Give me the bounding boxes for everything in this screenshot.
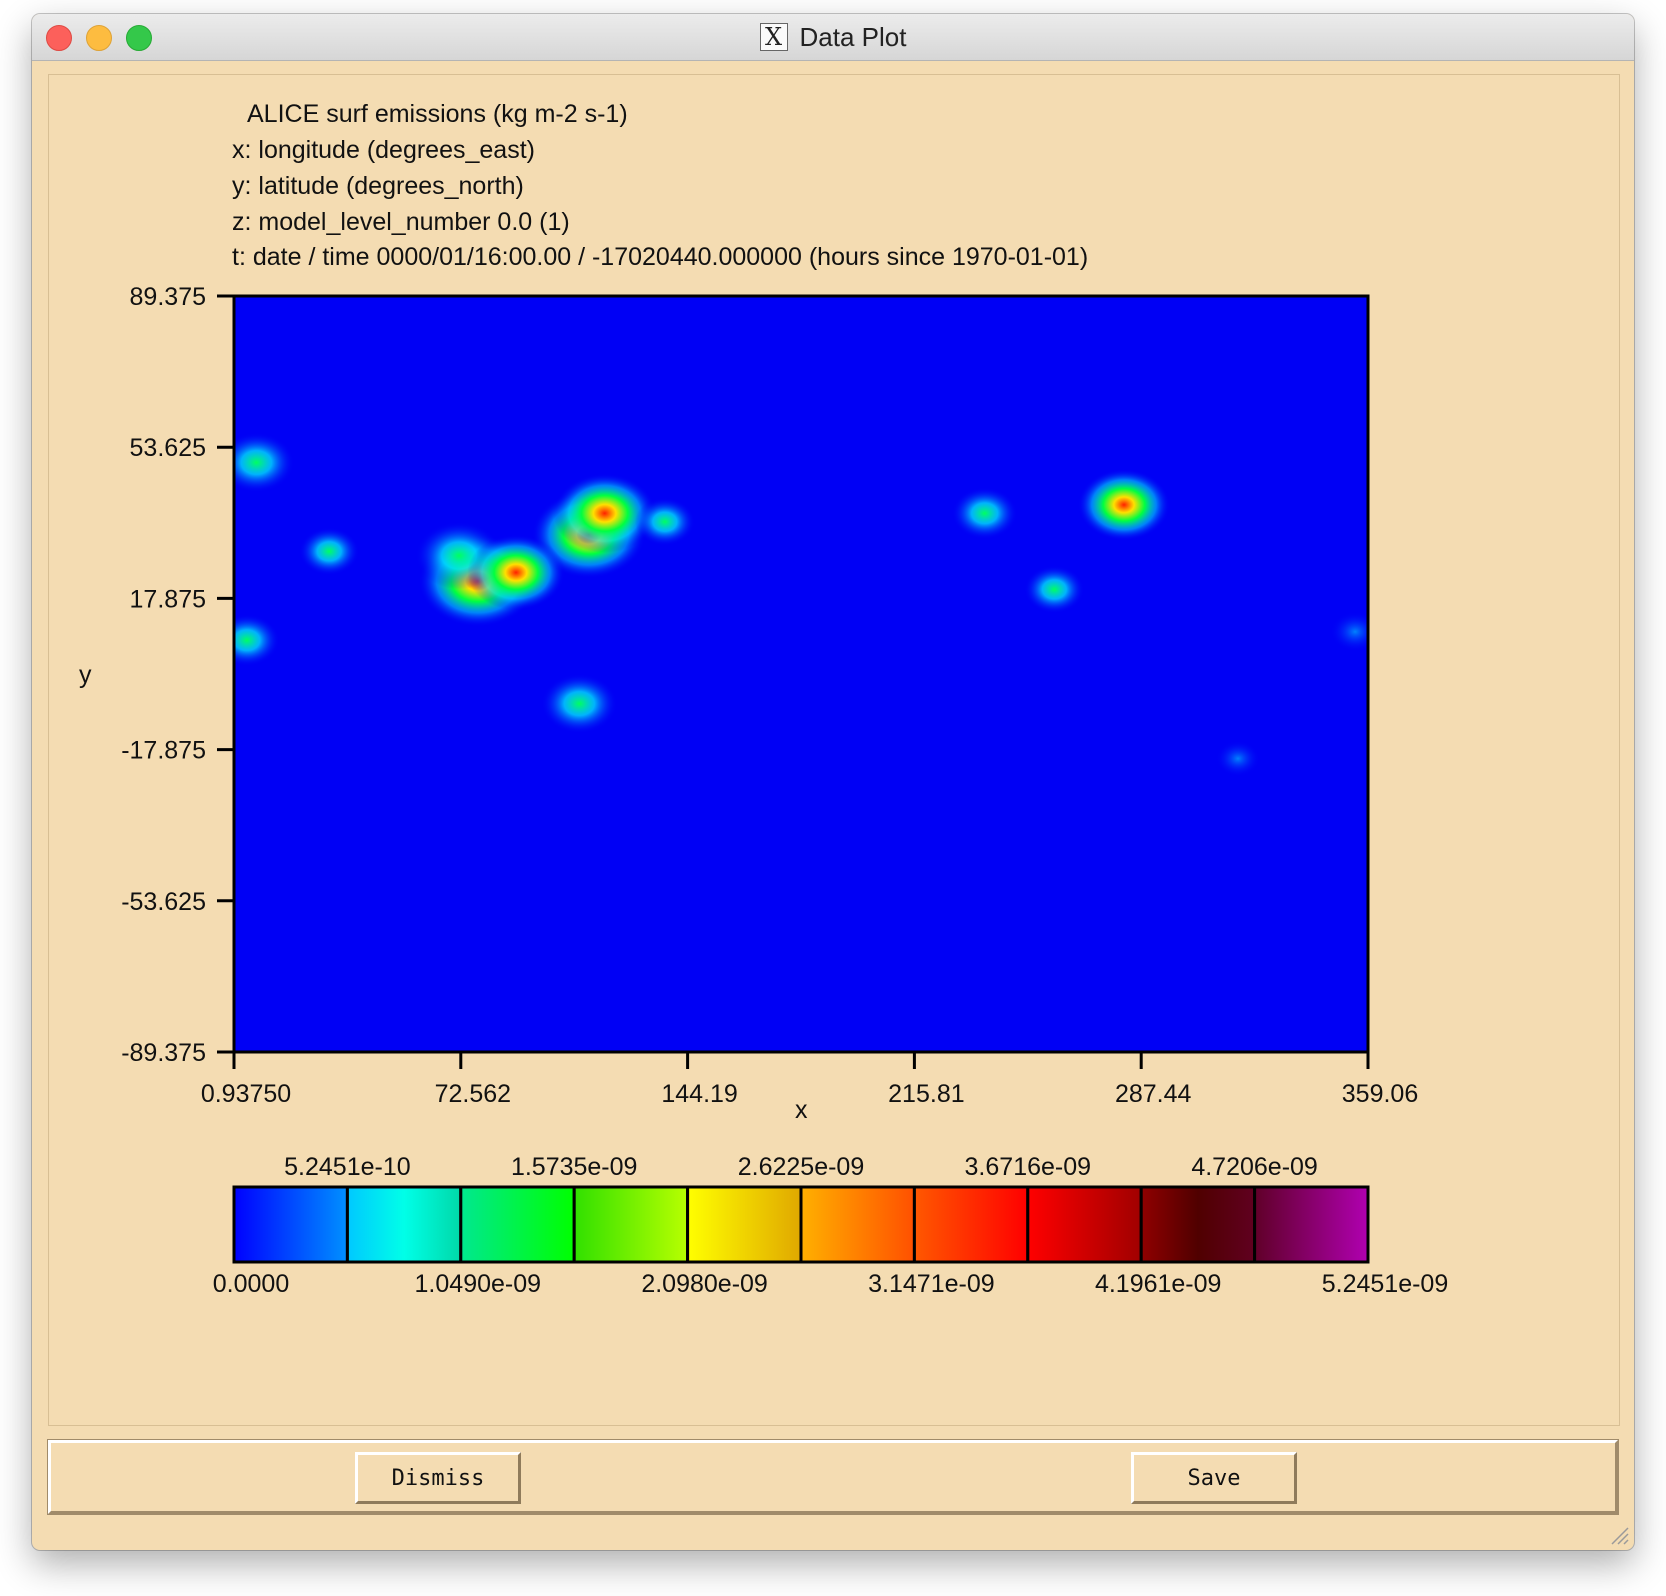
y-axis-description: y: latitude (degrees_north)	[232, 172, 524, 200]
y-tick-label: 53.625	[130, 434, 206, 462]
z-axis-description: z: model_level_number 0.0 (1)	[232, 208, 570, 236]
colorbar-segment	[459, 1185, 576, 1264]
colorbar-bottom-label: 3.1471e-09	[868, 1270, 995, 1298]
y-tick-label: -53.625	[121, 888, 206, 916]
emission-hotspot	[541, 673, 618, 734]
emission-hotspot	[467, 534, 565, 611]
emission-hotspot	[1215, 740, 1260, 777]
emission-hotspot	[299, 527, 360, 576]
colorbar-segment	[572, 1185, 690, 1264]
dismiss-button[interactable]: Dismiss	[355, 1452, 521, 1504]
colorbar-bottom-label: 1.0490e-09	[415, 1270, 542, 1298]
y-tick-label: -17.875	[121, 737, 206, 765]
y-axis: 89.375 53.625 17.875 -17.875 -53.625 -89.375	[121, 283, 234, 1067]
title-bar[interactable]: X Data Plot	[32, 14, 1634, 61]
heatmap-background	[234, 296, 1368, 1052]
y-tick-label: 17.875	[130, 585, 206, 613]
emission-hotspot	[1330, 611, 1368, 652]
plot-panel: ALICE surf emissions (kg m-2 s-1) x: lon…	[48, 74, 1620, 1426]
colorbar: 5.2451e-10 1.5735e-09 2.6225e-09 3.6716e-09…	[213, 1153, 1448, 1298]
x-axis-label: x	[795, 1096, 808, 1124]
colorbar-top-label: 1.5735e-09	[511, 1153, 638, 1181]
colorbar-bottom-label: 5.2451e-09	[1322, 1270, 1449, 1298]
colorbar-segment	[1026, 1185, 1143, 1264]
colorbar-segment	[1253, 1185, 1370, 1264]
y-axis-label: y	[79, 661, 92, 689]
emission-hotspot	[951, 487, 1018, 540]
x11-icon: X	[759, 23, 788, 51]
x-axis: 0.93750 72.562 144.19 215.81 287.44 359.06	[201, 1052, 1418, 1108]
colorbar-top-label: 3.6716e-09	[965, 1153, 1092, 1181]
colorbar-top-label: 2.6225e-09	[738, 1153, 865, 1181]
button-panel: Dismiss Save	[47, 1439, 1619, 1515]
emission-hotspot	[234, 432, 295, 493]
colorbar-bottom-label: 2.0980e-09	[641, 1270, 768, 1298]
window-title-group: X Data Plot	[32, 14, 1634, 60]
x-axis-description: x: longitude (degrees_east)	[232, 136, 535, 164]
x-tick-label: 359.06	[1342, 1080, 1418, 1108]
x-tick-label: 215.81	[888, 1080, 964, 1108]
colorbar-segment	[912, 1185, 1030, 1264]
colorbar-segment	[232, 1185, 349, 1264]
y-tick-label: -89.375	[121, 1039, 206, 1067]
x-tick-label: 72.562	[435, 1080, 511, 1108]
x-tick-label: 0.93750	[201, 1080, 291, 1108]
resize-grip-icon[interactable]	[1608, 1524, 1630, 1546]
window-title: Data Plot	[799, 21, 907, 52]
plot-header: ALICE surf emissions (kg m-2 s-1) x: lon…	[232, 100, 1088, 271]
x-tick-label: 287.44	[1115, 1080, 1192, 1108]
colorbar-bottom-label: 0.0000	[213, 1270, 289, 1298]
colorbar-top-label: 4.7206e-09	[1191, 1153, 1318, 1181]
save-button[interactable]: Save	[1131, 1452, 1297, 1504]
colorbar-segment	[345, 1185, 463, 1264]
plot-canvas: ALICE surf emissions (kg m-2 s-1) x: lon…	[79, 100, 1448, 1298]
x-tick-label: 144.19	[661, 1080, 737, 1108]
y-tick-label: 89.375	[130, 283, 206, 311]
colorbar-segment	[686, 1185, 803, 1264]
colorbar-top-label: 5.2451e-10	[284, 1153, 411, 1181]
colorbar-bottom-label: 4.1961e-09	[1095, 1270, 1222, 1298]
emission-hotspot	[1077, 469, 1171, 541]
colorbar-segment	[799, 1185, 916, 1264]
colorbar-segment	[1139, 1185, 1257, 1264]
time-description: t: date / time 0000/01/16:00.00 / -17020…	[232, 243, 1088, 271]
emission-hotspot	[634, 497, 695, 546]
emission-hotspot	[1024, 565, 1085, 614]
plot-title: ALICE surf emissions (kg m-2 s-1)	[247, 100, 628, 128]
emission-hotspot	[234, 614, 280, 667]
data-plot-window: X Data Plot ALICE surf emissions (kg m-2…	[32, 14, 1634, 1550]
